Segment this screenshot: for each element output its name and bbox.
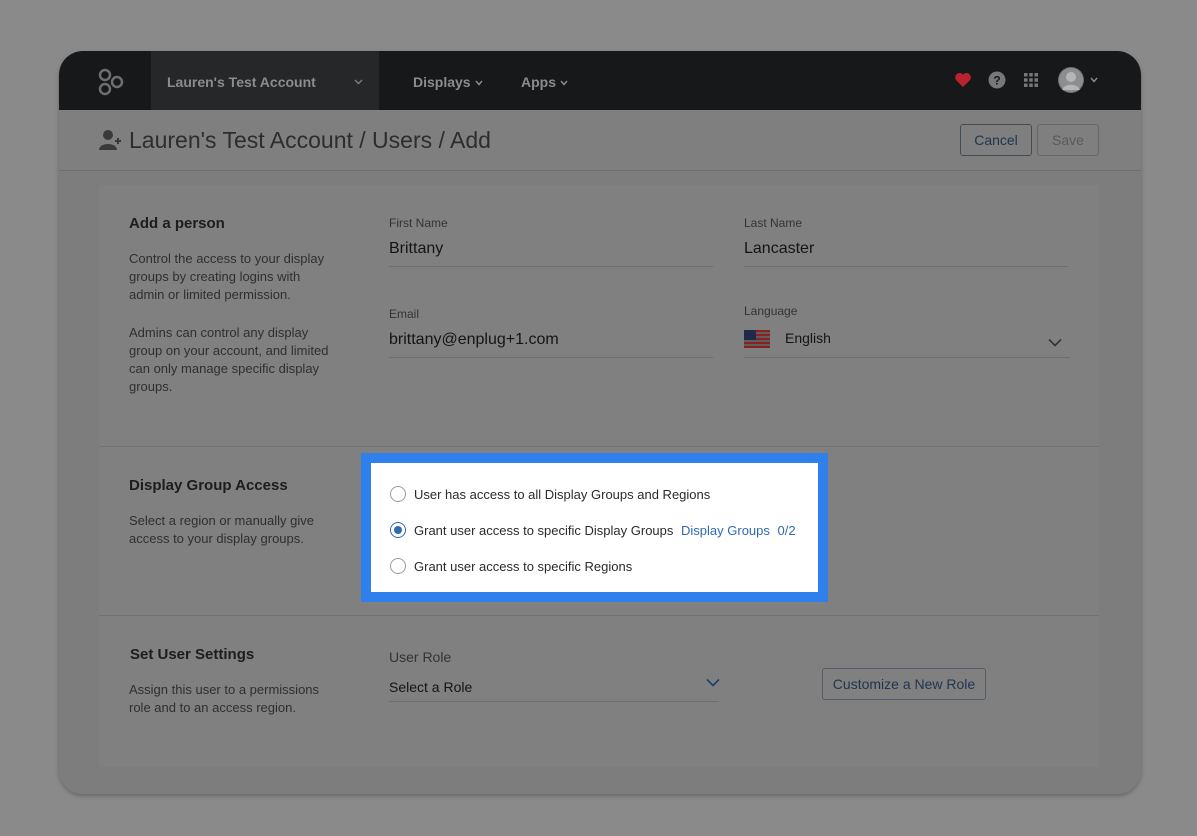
help-icon[interactable]: ? (988, 71, 1006, 89)
last-name-label: Last Name (744, 216, 803, 230)
us-flag-icon (744, 330, 770, 348)
display-group-access-title: Display Group Access (129, 477, 288, 494)
chevron-down-icon (1048, 338, 1062, 347)
heart-icon[interactable] (954, 71, 972, 89)
top-nav: Lauren's Test Account Displays Apps ? (59, 51, 1141, 110)
nav-apps[interactable]: Apps (521, 74, 568, 90)
app-window: Lauren's Test Account Displays Apps ? La… (59, 51, 1141, 794)
save-button[interactable]: Save (1037, 124, 1099, 156)
radio-button[interactable] (390, 558, 406, 574)
radio-specific-groups-label: Grant user access to specific Display Gr… (414, 523, 674, 538)
chevron-down-icon (706, 678, 720, 687)
apps-grid-icon[interactable] (1022, 71, 1040, 89)
add-person-desc-2: Admins can control any display group on … (129, 325, 329, 394)
first-name-label: First Name (389, 216, 448, 230)
nav-displays[interactable]: Displays (413, 74, 483, 90)
section-divider (99, 615, 1099, 616)
language-underline (744, 357, 1070, 358)
page-header: Lauren's Test Account / Users / Add Canc… (59, 110, 1141, 171)
last-name-underline (744, 266, 1068, 267)
logo-icon[interactable] (97, 68, 125, 96)
access-options-panel: User has access to all Display Groups an… (361, 453, 828, 602)
section-divider (99, 446, 1099, 447)
email-field[interactable]: brittany@enplug+1.com (389, 331, 559, 349)
chevron-down-icon (475, 80, 483, 86)
first-name-field[interactable]: Brittany (389, 240, 443, 258)
customize-role-button[interactable]: Customize a New Role (822, 668, 986, 700)
radio-button[interactable] (390, 486, 406, 502)
radio-button-selected[interactable] (390, 522, 406, 538)
language-value: English (785, 330, 831, 346)
add-user-icon (99, 130, 121, 150)
add-person-title: Add a person (129, 215, 225, 232)
user-role-underline (389, 701, 719, 702)
nav-apps-label: Apps (521, 74, 556, 90)
add-person-desc-1: Control the access to your display group… (129, 251, 325, 302)
nav-displays-label: Displays (413, 74, 471, 90)
user-role-label: User Role (389, 649, 452, 665)
user-role-value: Select a Role (389, 679, 473, 695)
account-name: Lauren's Test Account (167, 74, 316, 90)
avatar[interactable] (1058, 67, 1084, 93)
chevron-down-icon[interactable] (1090, 77, 1098, 83)
radio-specific-groups-text: Grant user access to specific Display Gr… (414, 523, 796, 538)
cancel-button[interactable]: Cancel (960, 124, 1032, 156)
language-label: Language (744, 304, 798, 318)
user-settings-desc: Assign this user to a permissions role a… (129, 682, 320, 715)
svg-text:?: ? (993, 74, 1000, 88)
radio-specific-regions-label: Grant user access to specific Regions (414, 559, 633, 574)
breadcrumb: Lauren's Test Account / Users / Add (129, 127, 491, 153)
chevron-down-icon (560, 80, 568, 86)
first-name-underline (389, 266, 713, 267)
user-settings-title: Set User Settings (130, 646, 255, 663)
last-name-field[interactable]: Lancaster (744, 240, 814, 258)
user-avatar-icon (1059, 68, 1083, 92)
email-underline (389, 357, 713, 358)
display-groups-link[interactable]: Display Groups (681, 523, 770, 538)
display-groups-count[interactable]: 0/2 (778, 523, 796, 538)
radio-all-groups-label: User has access to all Display Groups an… (414, 487, 711, 502)
display-group-access-desc: Select a region or manually give access … (129, 513, 314, 546)
chevron-down-icon (354, 79, 363, 85)
email-label: Email (389, 307, 420, 321)
account-switcher[interactable]: Lauren's Test Account (151, 51, 379, 110)
